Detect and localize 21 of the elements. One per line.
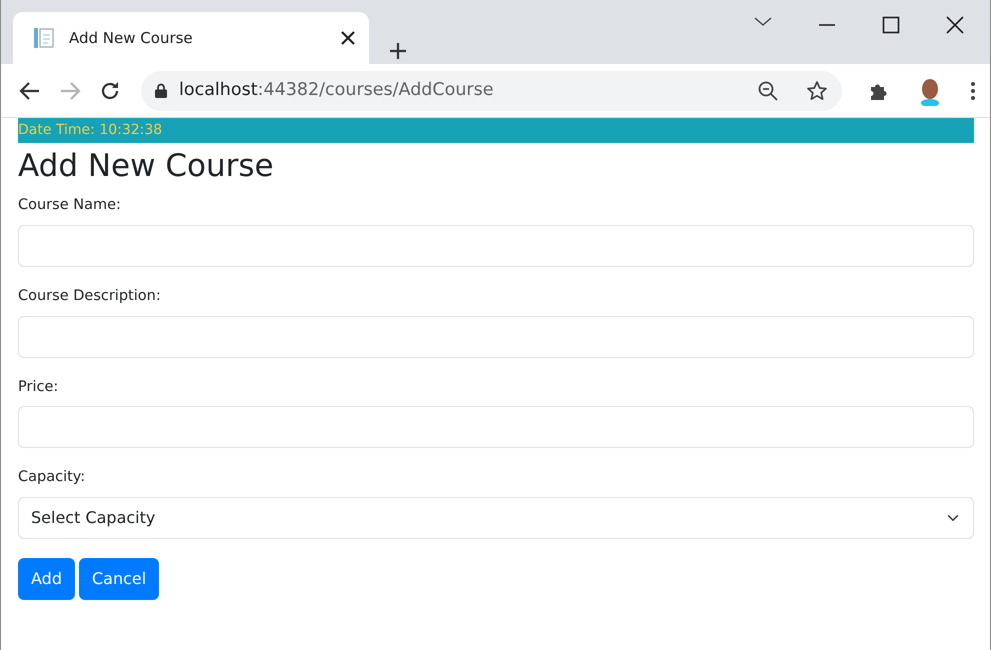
page-heading: Add New Course bbox=[18, 148, 275, 186]
browser-tab[interactable]: Add New Course bbox=[13, 12, 369, 64]
field-label: Price: bbox=[18, 378, 60, 397]
text-field[interactable] bbox=[18, 316, 974, 358]
cancel-button[interactable]: Cancel bbox=[78, 558, 160, 600]
document-icon bbox=[33, 26, 55, 50]
add-button[interactable]: Add bbox=[18, 558, 75, 600]
lock-icon bbox=[155, 83, 167, 98]
field-label: Course Description: bbox=[18, 286, 162, 306]
text-field[interactable] bbox=[18, 406, 974, 448]
field-label: Capacity: bbox=[18, 468, 86, 488]
capacity-dropdown[interactable]: Select Capacity bbox=[18, 497, 974, 540]
text-field[interactable] bbox=[18, 224, 974, 267]
address-bar[interactable]: localhost:44382/courses/AddCourse bbox=[141, 70, 842, 110]
reload-icon[interactable] bbox=[99, 80, 121, 102]
star-icon[interactable] bbox=[806, 80, 828, 102]
field-label: Course Name: bbox=[18, 196, 122, 216]
url-text: localhost:44382/courses/AddCourse bbox=[179, 80, 494, 100]
zoom-out-icon[interactable] bbox=[758, 80, 778, 100]
tab-title: Add New Course bbox=[69, 28, 194, 49]
clock-banner: Date Time: 10:32:38 bbox=[18, 118, 974, 143]
